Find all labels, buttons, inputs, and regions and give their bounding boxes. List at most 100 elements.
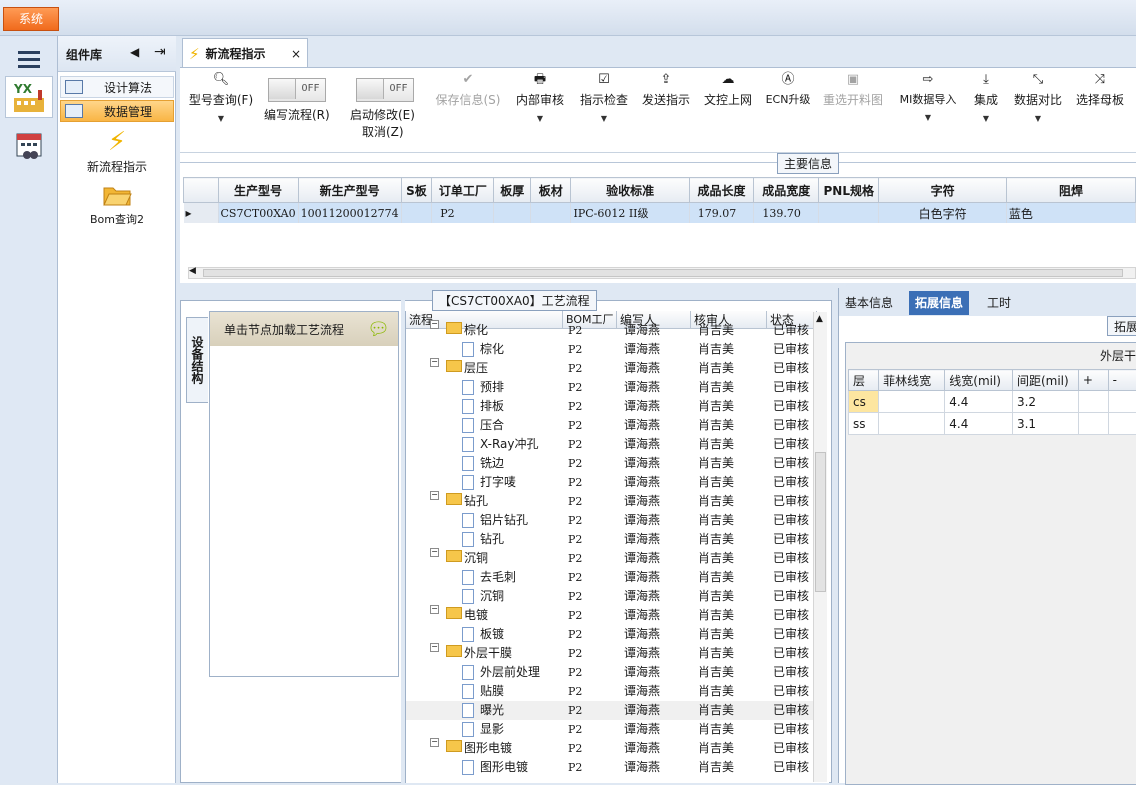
tree-row[interactable]: −外层干膜P2谭海燕肖吉美已审核	[406, 644, 816, 663]
table-cell[interactable]	[1108, 391, 1136, 413]
tree-row[interactable]: 预排P2谭海燕肖吉美已审核	[406, 378, 816, 397]
tree-row[interactable]: 沉铜P2谭海燕肖吉美已审核	[406, 587, 816, 606]
upload-web-button[interactable]: ☁ 文控上网	[700, 72, 756, 148]
table-row[interactable]: cs 4.4 3.2	[849, 391, 1136, 413]
table-cell[interactable]	[1108, 413, 1136, 435]
calendar-tools-icon[interactable]	[5, 124, 53, 168]
tree-row[interactable]: 压合P2谭海燕肖吉美已审核	[406, 416, 816, 435]
tree-row[interactable]: −层压P2谭海燕肖吉美已审核	[406, 359, 816, 378]
scrollbar-thumb[interactable]	[815, 452, 826, 592]
save-info-button[interactable]: ✔ 保存信息(S)	[432, 72, 504, 148]
column-header[interactable]: 菲林线宽	[879, 370, 945, 391]
tree-row[interactable]: 曝光P2谭海燕肖吉美已审核	[406, 701, 816, 720]
mi-import-button[interactable]: ⇨ MI数据导入 ▼	[894, 72, 962, 148]
table-cell[interactable]	[494, 203, 531, 224]
tree-row[interactable]: −图形电镀P2谭海燕肖吉美已审核	[406, 739, 816, 758]
side-tab-equipment-structure[interactable]: 设备结构	[186, 317, 208, 403]
table-row[interactable]: ▸ CS7CT00XA0 10011200012774 P2 IPC-6012 …	[184, 203, 1136, 224]
table-cell[interactable]: ss	[849, 413, 879, 435]
tree-row[interactable]: −电镀P2谭海燕肖吉美已审核	[406, 606, 816, 625]
load-flow-header[interactable]: 单击节点加载工艺流程 💬︎	[210, 312, 398, 346]
table-cell[interactable]	[879, 413, 945, 435]
table-cell[interactable]: 3.1	[1012, 413, 1078, 435]
comp-item-design-algorithm[interactable]: 设计算法	[60, 76, 174, 98]
tree-row[interactable]: 图形电镀P2谭海燕肖吉美已审核	[406, 758, 816, 777]
column-header[interactable]: S板	[401, 178, 432, 203]
tree-row[interactable]: 显影P2谭海燕肖吉美已审核	[406, 720, 816, 739]
tree-row[interactable]: 钻孔P2谭海燕肖吉美已审核	[406, 530, 816, 549]
table-cell[interactable]: 4.4	[945, 413, 1013, 435]
column-header[interactable]: 字符	[879, 178, 1007, 203]
tree-row[interactable]: −沉铜P2谭海燕肖吉美已审核	[406, 549, 816, 568]
factory-logo-icon[interactable]: YX	[5, 76, 53, 118]
table-cell[interactable]	[531, 203, 571, 224]
column-header[interactable]: PNL规格	[819, 178, 879, 203]
internal-review-button[interactable]: 🖶 内部审核 ▼	[512, 72, 568, 148]
model-query-button[interactable]: 🔍︎ 型号查询(F) ▼	[186, 72, 256, 148]
tab-new-flow[interactable]: ⚡ 新流程指示 ×	[182, 38, 308, 68]
column-header[interactable]: 生产型号	[218, 178, 298, 203]
column-header[interactable]: 成品宽度	[754, 178, 819, 203]
column-header[interactable]: 板材	[531, 178, 571, 203]
table-cell[interactable]: P2	[432, 203, 494, 224]
column-header[interactable]: 线宽(mil)	[945, 370, 1013, 391]
table-cell[interactable]: 白色字符	[879, 203, 1007, 224]
ecn-upgrade-button[interactable]: Ⓐ ECN升级	[762, 72, 814, 148]
tree-row[interactable]: 板镀P2谭海燕肖吉美已审核	[406, 625, 816, 644]
start-modify-toggle[interactable]: OFF	[356, 78, 414, 102]
tree-row[interactable]: 铝片钻孔P2谭海燕肖吉美已审核	[406, 511, 816, 530]
tree-row[interactable]: 贴膜P2谭海燕肖吉美已审核	[406, 682, 816, 701]
table-cell[interactable]	[879, 391, 945, 413]
tree-row[interactable]: X-Ray冲孔P2谭海燕肖吉美已审核	[406, 435, 816, 454]
column-header[interactable]: -	[1108, 370, 1136, 391]
horizontal-scrollbar[interactable]: ◀	[188, 267, 1136, 279]
table-cell[interactable]: cs	[849, 391, 879, 413]
column-header[interactable]: 订单工厂	[432, 178, 494, 203]
table-cell[interactable]: IPC-6012 II级	[571, 203, 689, 224]
data-compare-button[interactable]: ⤡ 数据对比 ▼	[1010, 72, 1066, 148]
column-header[interactable]: +	[1078, 370, 1108, 391]
cancel-button[interactable]: 取消(Z)	[362, 123, 404, 140]
extended-sub-button[interactable]: 拓展	[1107, 316, 1136, 336]
vertical-scrollbar[interactable]: ▲	[813, 312, 827, 782]
tab-basic-info[interactable]: 基本信息	[839, 291, 899, 315]
send-instruction-button[interactable]: ⇪ 发送指示	[638, 72, 694, 148]
instruction-check-button[interactable]: ☑ 指示检查 ▼	[576, 72, 632, 148]
table-cell[interactable]	[1078, 413, 1108, 435]
select-mother-board-button[interactable]: ⤨ 选择母板	[1072, 72, 1128, 148]
table-cell[interactable]: 4.4	[945, 391, 1013, 413]
column-header[interactable]: 成品长度	[689, 178, 754, 203]
tree-row[interactable]: −钻孔P2谭海燕肖吉美已审核	[406, 492, 816, 511]
tree-row[interactable]: 去毛刺P2谭海燕肖吉美已审核	[406, 568, 816, 587]
table-cell[interactable]: 蓝色	[1006, 203, 1135, 224]
table-row[interactable]: ss 4.4 3.1	[849, 413, 1136, 435]
scroll-up-icon[interactable]: ▲	[816, 314, 823, 324]
comp-item-data-management[interactable]: 数据管理	[60, 100, 174, 122]
tab-work-hours[interactable]: 工时	[981, 291, 1017, 315]
tree-row[interactable]: 棕化P2谭海燕肖吉美已审核	[406, 340, 816, 359]
tree-row[interactable]: 排板P2谭海燕肖吉美已审核	[406, 397, 816, 416]
table-cell[interactable]	[1078, 391, 1108, 413]
scroll-left-icon[interactable]: ◀	[189, 266, 196, 276]
column-header[interactable]: 层	[849, 370, 879, 391]
table-cell[interactable]: 10011200012774	[298, 203, 401, 224]
app-bom-query[interactable]: Bom查询2	[58, 182, 176, 227]
table-cell[interactable]: 139.70	[754, 203, 819, 224]
table-cell[interactable]	[819, 203, 879, 224]
table-cell[interactable]	[401, 203, 432, 224]
pin-icon[interactable]: ⇥	[154, 44, 166, 60]
column-header[interactable]: 验收标准	[571, 178, 689, 203]
table-cell[interactable]: 179.07	[689, 203, 754, 224]
tab-extended-info[interactable]: 拓展信息	[909, 291, 969, 315]
scrollbar-thumb[interactable]	[203, 269, 1123, 277]
reselect-cut-chart-button[interactable]: ▣ 重选开料图	[820, 72, 886, 148]
tree-row[interactable]: −棕化P2谭海燕肖吉美已审核	[406, 321, 816, 340]
tree-row[interactable]: 打字唛P2谭海燕肖吉美已审核	[406, 473, 816, 492]
app-new-flow[interactable]: ⚡ 新流程指示	[58, 126, 176, 175]
column-header[interactable]: 新生产型号	[298, 178, 401, 203]
tree-row[interactable]: 铣边P2谭海燕肖吉美已审核	[406, 454, 816, 473]
integrate-button[interactable]: ⤓ 集成 ▼	[968, 72, 1004, 148]
tree-row[interactable]: 外层前处理P2谭海燕肖吉美已审核	[406, 663, 816, 682]
table-cell[interactable]: 3.2	[1012, 391, 1078, 413]
write-flow-toggle[interactable]: OFF	[268, 78, 326, 102]
